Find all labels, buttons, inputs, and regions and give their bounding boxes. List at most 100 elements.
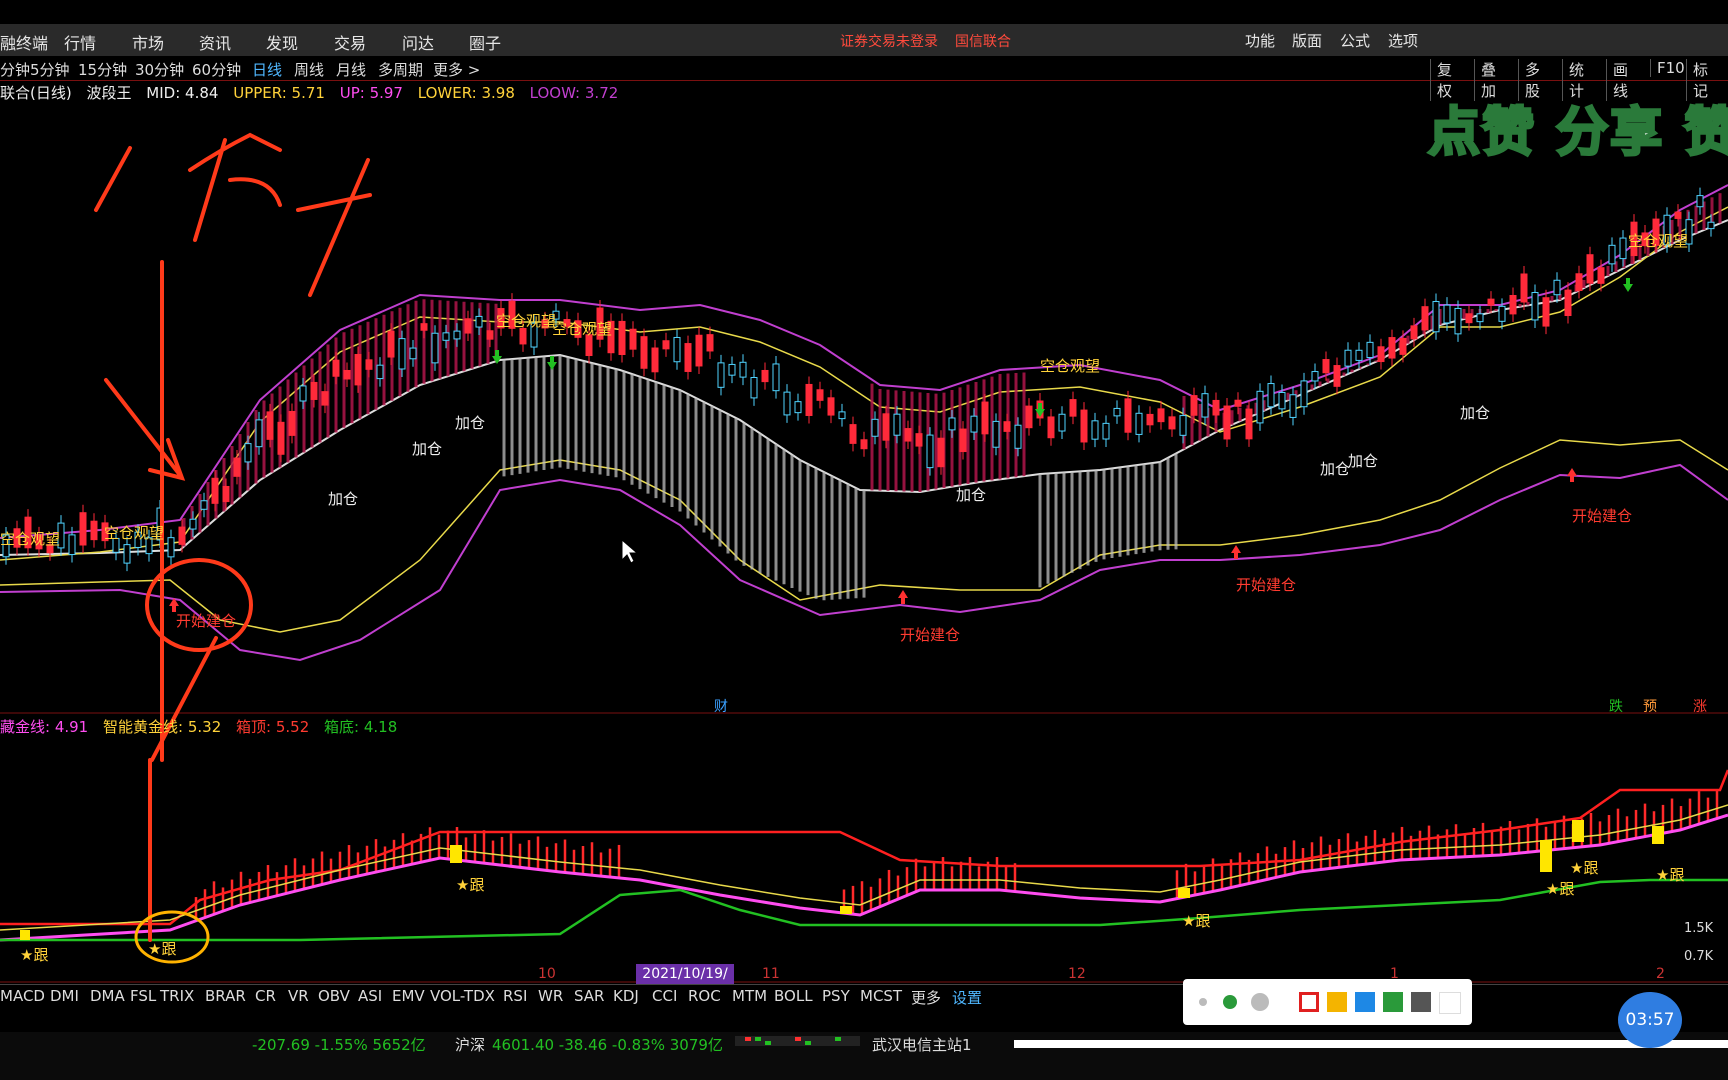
candle-body: [1586, 254, 1594, 284]
label-gen: ★跟: [20, 946, 49, 964]
tab-kdj[interactable]: KDJ: [613, 987, 639, 1005]
color-yellow[interactable]: [1327, 992, 1347, 1012]
candle-body: [981, 401, 989, 435]
tab-roc[interactable]: ROC: [688, 987, 721, 1005]
color-red[interactable]: [1299, 992, 1319, 1012]
candle-body: [1179, 415, 1187, 436]
candle-body: [343, 369, 351, 380]
mouse-cursor: [621, 538, 639, 564]
candle-body: [970, 415, 978, 433]
tab-macd[interactable]: MACD: [0, 987, 45, 1005]
candle-body: [1520, 273, 1528, 303]
candle-body: [1278, 391, 1286, 410]
finance-marker[interactable]: 财: [714, 696, 728, 716]
stock-name: 联合(日线): [0, 84, 72, 102]
candle-body: [1432, 301, 1440, 333]
color-gray[interactable]: [1411, 992, 1431, 1012]
candle-body: [409, 347, 417, 360]
candle-body: [926, 434, 934, 469]
pen-size-large[interactable]: [1251, 993, 1269, 1011]
tab-brar[interactable]: BRAR: [205, 987, 246, 1005]
candle-body: [1388, 337, 1396, 359]
candle-body: [464, 318, 472, 334]
tab-sar[interactable]: SAR: [574, 987, 604, 1005]
recording-timer[interactable]: 03:57: [1618, 992, 1682, 1048]
candle-body: [1124, 398, 1132, 433]
candle-body: [783, 391, 791, 416]
tab-dmi[interactable]: DMI: [50, 987, 79, 1005]
candle-body: [706, 334, 714, 352]
recording-bar: [1014, 1040, 1728, 1048]
signal-arrow: [1623, 278, 1633, 292]
candle-body: [1410, 325, 1418, 340]
candle-body: [1157, 408, 1165, 423]
color-white[interactable]: [1439, 992, 1461, 1014]
tab-emv[interactable]: EMV: [392, 987, 425, 1005]
candle-body: [321, 391, 329, 406]
candle-body: [475, 315, 483, 328]
candle-body: [1146, 413, 1154, 426]
index2-values: 4601.40 -38.46 -0.83% 3079亿: [492, 1036, 723, 1054]
x-tick: 2: [1656, 966, 1665, 982]
label-gen: ★跟: [148, 940, 177, 958]
tab-asi[interactable]: ASI: [358, 987, 382, 1005]
candle-body: [1377, 346, 1385, 363]
candle-body: [750, 376, 758, 399]
tab-obv[interactable]: OBV: [318, 987, 350, 1005]
candle-body: [1300, 380, 1308, 408]
tab-trix[interactable]: TRIX: [160, 987, 194, 1005]
tab-more[interactable]: 更多: [911, 987, 941, 1008]
color-blue[interactable]: [1355, 992, 1375, 1012]
tab-settings[interactable]: 设置: [952, 987, 982, 1008]
candle-body: [211, 477, 219, 504]
tab-cci[interactable]: CCI: [652, 987, 677, 1005]
legend-upper: UPPER: 5.71: [233, 84, 325, 102]
label-kaishi: 开始建仓: [1236, 576, 1297, 594]
candle-body: [1080, 409, 1088, 443]
signal-arrow: [1231, 545, 1241, 559]
candle-body: [1102, 422, 1110, 440]
tab-fsl[interactable]: FSL: [130, 987, 156, 1005]
tab-cr[interactable]: CR: [255, 987, 276, 1005]
server-name[interactable]: 武汉电信主站1: [872, 1034, 972, 1055]
candle-body: [365, 359, 373, 370]
pen-size-small[interactable]: [1199, 998, 1207, 1006]
tab-mcst[interactable]: MCST: [860, 987, 902, 1005]
candle-body: [233, 457, 241, 477]
candle-body: [255, 419, 263, 448]
signal-yu: 预: [1643, 699, 1657, 715]
pen-size-medium[interactable]: [1223, 995, 1237, 1009]
candle-body: [299, 385, 307, 402]
candle-body: [1344, 349, 1352, 367]
tab-wr[interactable]: WR: [538, 987, 563, 1005]
tab-rsi[interactable]: RSI: [503, 987, 527, 1005]
tab-vol-tdx[interactable]: VOL-TDX: [430, 987, 495, 1005]
candle-body: [123, 544, 131, 564]
candle-body: [1234, 399, 1242, 407]
candle-body: [1421, 306, 1429, 331]
candle-body: [288, 410, 296, 436]
color-green[interactable]: [1383, 992, 1403, 1012]
hand-arrow: [104, 378, 186, 481]
candle-body: [1509, 294, 1517, 315]
candle-body: [904, 428, 912, 442]
candle-body: [79, 512, 87, 546]
tab-vr[interactable]: VR: [288, 987, 309, 1005]
tab-mtm[interactable]: MTM: [732, 987, 767, 1005]
tab-psy[interactable]: PSY: [822, 987, 850, 1005]
candle-body: [332, 359, 340, 377]
tab-dma[interactable]: DMA: [90, 987, 125, 1005]
cursor-date: 2021/10/19/二: [636, 964, 734, 1002]
tab-boll[interactable]: BOLL: [774, 987, 813, 1005]
yellow-marker: [1652, 826, 1664, 844]
label-kongcang: 空仓观望: [1628, 232, 1689, 250]
indicator-name[interactable]: 波段王: [87, 84, 132, 102]
candle-body: [354, 353, 362, 386]
candle-body: [453, 330, 461, 340]
candle-body: [387, 330, 395, 358]
label-jiacang: 加仓: [1348, 452, 1379, 470]
candle-body: [1025, 405, 1033, 429]
candle-body: [1454, 307, 1462, 335]
candle-body: [618, 320, 626, 355]
candle-body: [1113, 407, 1121, 417]
